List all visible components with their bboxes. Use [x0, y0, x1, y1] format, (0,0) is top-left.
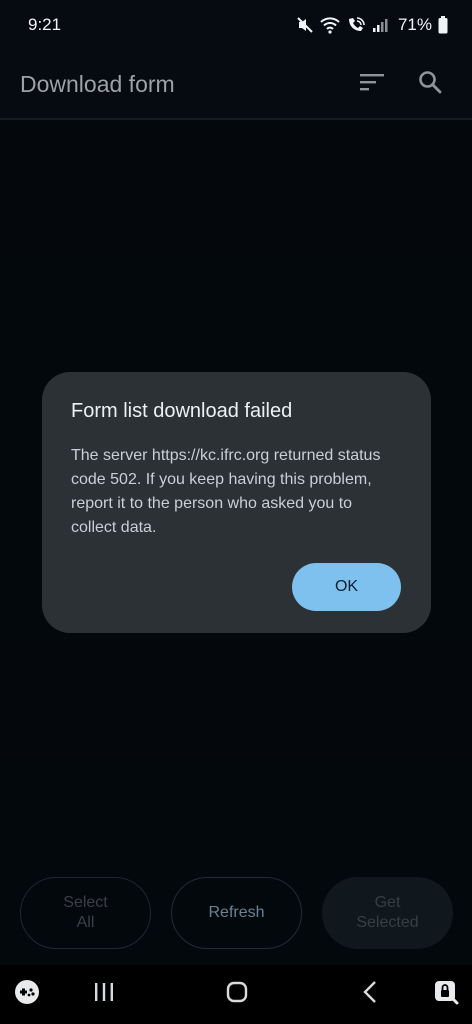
get-selected-button[interactable]: Get Selected [322, 877, 453, 949]
dialog-message: The server https://kc.ifrc.org returned … [71, 447, 381, 536]
home-icon [226, 981, 248, 1008]
battery-percent: 71% [397, 15, 432, 34]
dialog-title: Form list download failed [71, 400, 293, 422]
battery-icon [438, 16, 448, 34]
game-launcher-button[interactable] [8, 965, 46, 1024]
bottom-action-bar: Select All Refresh Get Selected [20, 877, 453, 949]
status-icons: 71% [296, 15, 448, 35]
home-button[interactable] [216, 965, 258, 1024]
back-button[interactable] [350, 965, 390, 1024]
search-button[interactable] [408, 62, 452, 106]
sort-icon [359, 72, 385, 97]
ok-button[interactable]: OK [292, 563, 401, 611]
signal-icon [372, 17, 388, 33]
error-dialog: Form list download failed The server htt… [42, 372, 431, 633]
app-bar: Download form [0, 50, 472, 120]
back-icon [362, 980, 378, 1009]
system-nav-bar [0, 965, 472, 1024]
select-all-button[interactable]: Select All [20, 877, 151, 949]
mute-icon [296, 16, 314, 34]
page-title: Download form [20, 70, 175, 97]
wifi-icon [320, 16, 340, 34]
search-icon [418, 70, 442, 99]
secure-folder-icon [432, 978, 460, 1011]
game-launcher-icon [13, 978, 41, 1011]
recents-icon [93, 981, 115, 1008]
secure-folder-button[interactable] [428, 965, 464, 1024]
sort-button[interactable] [350, 62, 394, 106]
status-bar: 9:21 71% [0, 0, 472, 50]
status-time: 9:21 [28, 15, 62, 34]
refresh-button[interactable]: Refresh [171, 877, 302, 949]
wifi-call-icon [346, 16, 366, 34]
recents-button[interactable] [84, 965, 124, 1024]
